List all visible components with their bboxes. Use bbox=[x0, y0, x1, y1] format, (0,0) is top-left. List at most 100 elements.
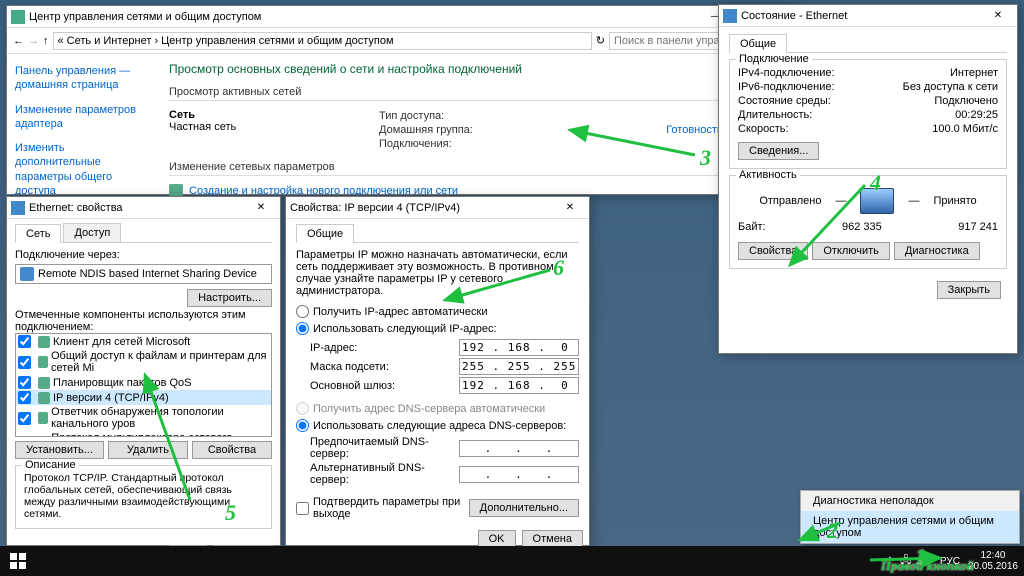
advanced-button[interactable]: Дополнительно... bbox=[469, 499, 579, 517]
manual-ip-radio[interactable] bbox=[296, 322, 309, 335]
menu-diagnose[interactable]: Диагностика неполадок bbox=[801, 491, 1019, 511]
connection-legend: Подключение bbox=[736, 53, 812, 65]
component-item[interactable]: IP версии 4 (TCP/IPv4) bbox=[16, 390, 271, 405]
configure-button[interactable]: Настроить... bbox=[187, 289, 272, 307]
titlebar[interactable]: Состояние - Ethernet ✕ bbox=[719, 5, 1017, 27]
auto-ip-label: Получить IP-адрес автоматически bbox=[313, 306, 487, 318]
media-value: Подключено bbox=[934, 95, 998, 107]
speed-value: 100.0 Мбит/с bbox=[932, 123, 998, 135]
breadcrumb[interactable]: « Сеть и Интернет › Центр управления сет… bbox=[53, 32, 592, 50]
dns2-input[interactable] bbox=[459, 466, 579, 483]
dns2-label: Альтернативный DNS-сервер: bbox=[310, 462, 453, 486]
component-item[interactable]: Планировщик пакетов QoS bbox=[16, 375, 271, 390]
components-list[interactable]: Клиент для сетей MicrosoftОбщий доступ к… bbox=[15, 333, 272, 437]
component-checkbox[interactable] bbox=[18, 412, 31, 425]
manual-dns-radio[interactable] bbox=[296, 419, 309, 432]
mask-input[interactable] bbox=[459, 358, 579, 375]
titlebar[interactable]: Центр управления сетями и общим доступом… bbox=[7, 6, 795, 28]
ip-label: IP-адрес: bbox=[310, 342, 453, 354]
tab-network[interactable]: Сеть bbox=[15, 224, 61, 243]
control-panel-icon bbox=[11, 10, 25, 24]
protocol-icon bbox=[38, 356, 48, 368]
ip-input[interactable] bbox=[459, 339, 579, 356]
control-panel-home-link[interactable]: Панель управления — домашняя страница bbox=[15, 64, 149, 93]
component-item[interactable]: Общий доступ к файлам и принтерам для се… bbox=[16, 349, 271, 375]
received-label: Принято bbox=[933, 195, 976, 207]
titlebar[interactable]: Ethernet: свойства ✕ bbox=[7, 197, 280, 219]
description-legend: Описание bbox=[22, 459, 79, 471]
disable-button[interactable]: Отключить bbox=[812, 242, 890, 260]
connections-label: Подключения: bbox=[379, 138, 452, 150]
sharing-settings-link[interactable]: Изменить дополнительные параметры общего… bbox=[15, 141, 149, 198]
titlebar[interactable]: Свойства: IP версии 4 (TCP/IPv4) ✕ bbox=[286, 197, 589, 219]
validate-checkbox[interactable] bbox=[296, 502, 309, 515]
ipv4-label: IPv4-подключение: bbox=[738, 67, 835, 79]
tray-context-menu: Диагностика неполадок Центр управления с… bbox=[800, 490, 1020, 544]
bytes-label: Байт: bbox=[738, 221, 766, 233]
ethernet-properties-window: Ethernet: свойства ✕ Сеть Доступ Подключ… bbox=[6, 196, 281, 546]
component-item[interactable]: Клиент для сетей Microsoft bbox=[16, 334, 271, 349]
speed-label: Скорость: bbox=[738, 123, 789, 135]
close-button[interactable]: Закрыть bbox=[937, 281, 1001, 299]
close-button[interactable]: ✕ bbox=[555, 198, 585, 218]
tray-network-icon[interactable]: 🖧 bbox=[900, 553, 911, 570]
network-type: Частная сеть bbox=[169, 121, 339, 133]
tab-general[interactable]: Общие bbox=[729, 34, 787, 53]
start-button[interactable] bbox=[0, 546, 36, 576]
component-label: IP версии 4 (TCP/IPv4) bbox=[53, 392, 169, 404]
close-button[interactable]: ✕ bbox=[246, 198, 276, 218]
duration-label: Длительность: bbox=[738, 109, 812, 121]
window-title: Центр управления сетями и общим доступом bbox=[29, 11, 701, 23]
up-button[interactable]: ↑ bbox=[43, 35, 49, 47]
menu-network-center[interactable]: Центр управления сетями и общим доступом bbox=[801, 511, 1019, 543]
close-button[interactable]: ✕ bbox=[983, 6, 1013, 26]
component-checkbox[interactable] bbox=[18, 335, 31, 348]
tab-sharing[interactable]: Доступ bbox=[63, 223, 121, 242]
tray-up-icon[interactable]: ^ bbox=[888, 556, 893, 567]
dash: — bbox=[835, 195, 846, 207]
sent-bytes: 962 335 bbox=[842, 221, 882, 233]
component-item[interactable]: Ответчик обнаружения топологии канальног… bbox=[16, 405, 271, 431]
component-checkbox[interactable] bbox=[18, 356, 31, 369]
auto-ip-radio[interactable] bbox=[296, 305, 309, 318]
info-text: Параметры IP можно назначать автоматичес… bbox=[296, 249, 579, 297]
component-properties-button[interactable]: Свойства bbox=[192, 441, 272, 459]
install-button[interactable]: Установить... bbox=[15, 441, 104, 459]
adapter-settings-link[interactable]: Изменение параметров адаптера bbox=[15, 103, 149, 132]
ipv6-label: IPv6-подключение: bbox=[738, 81, 835, 93]
component-label: Протокол мультиплексора сетевого адаптер… bbox=[51, 432, 269, 437]
tray-language[interactable]: РУС bbox=[940, 556, 960, 567]
details-button[interactable]: Сведения... bbox=[738, 142, 819, 160]
tray-volume-icon[interactable]: 🔊 bbox=[919, 556, 931, 567]
ethernet-status-window: Состояние - Ethernet ✕ Общие Подключение… bbox=[718, 4, 1018, 354]
uninstall-button[interactable]: Удалить bbox=[108, 441, 188, 459]
forward-button[interactable]: → bbox=[28, 35, 39, 47]
dns1-input[interactable] bbox=[459, 440, 579, 457]
protocol-icon bbox=[38, 377, 50, 389]
diagnose-button[interactable]: Диагностика bbox=[894, 242, 980, 260]
homegroup-label: Домашняя группа: bbox=[379, 124, 473, 136]
sent-label: Отправлено bbox=[759, 195, 821, 207]
ipv4-value: Интернет bbox=[950, 67, 998, 79]
tab-general[interactable]: Общие bbox=[296, 224, 354, 243]
component-checkbox[interactable] bbox=[18, 391, 31, 404]
component-checkbox[interactable] bbox=[18, 376, 31, 389]
tray-date: 20.05.2016 bbox=[968, 561, 1018, 572]
refresh-icon[interactable]: ↻ bbox=[596, 34, 605, 47]
taskbar[interactable]: ^ 🖧 🔊 РУС 12:40 20.05.2016 bbox=[0, 546, 1024, 576]
component-label: Клиент для сетей Microsoft bbox=[53, 336, 190, 348]
protocol-icon bbox=[38, 336, 50, 348]
activity-group: Активность Отправлено — — Принято Байт:9… bbox=[729, 175, 1007, 269]
tray-clock[interactable]: 12:40 20.05.2016 bbox=[968, 550, 1018, 572]
description-text: Протокол TCP/IP. Стандартный протокол гл… bbox=[24, 472, 263, 520]
component-item[interactable]: Протокол мультиплексора сетевого адаптер… bbox=[16, 431, 271, 437]
adapter-icon bbox=[20, 267, 34, 281]
gateway-input[interactable] bbox=[459, 377, 579, 394]
ipv6-value: Без доступа к сети bbox=[903, 81, 998, 93]
properties-button[interactable]: Свойства bbox=[738, 242, 808, 260]
protocol-icon bbox=[38, 412, 48, 424]
manual-ip-label: Использовать следующий IP-адрес: bbox=[313, 323, 497, 335]
window-title: Ethernet: свойства bbox=[29, 202, 246, 214]
back-button[interactable]: ← bbox=[13, 35, 24, 47]
access-type-label: Тип доступа: bbox=[379, 110, 444, 122]
